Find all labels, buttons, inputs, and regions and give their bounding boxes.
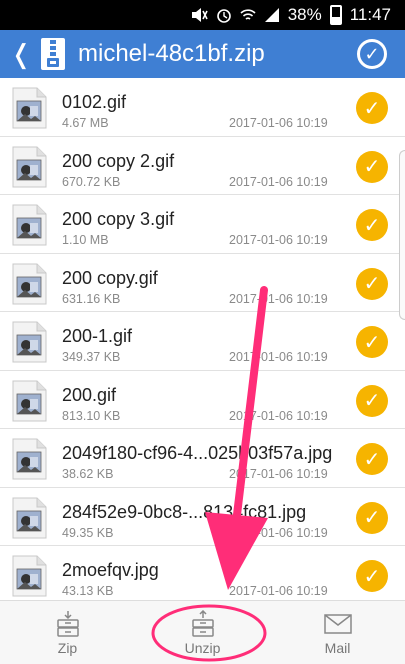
file-size: 43.13 KB [62,584,114,598]
file-date: 2017-01-06 10:19 [229,174,328,189]
alarm-icon [216,7,232,23]
mail-label: Mail [324,639,351,656]
file-size: 4.67 MB [62,116,109,130]
file-date: 2017-01-06 10:19 [229,408,328,423]
file-name: 200.gif [62,384,117,405]
selected-check-icon[interactable]: ✓ [356,92,388,124]
file-date: 2017-01-06 10:19 [229,350,328,364]
file-date: 2017-01-06 10:19 [229,467,328,481]
back-chevron-icon[interactable]: ❬ [8,39,34,70]
image-file-icon [12,87,47,129]
image-file-icon [12,204,47,246]
file-name: 2049f180-cf96-4...025b03f57a.jpg [62,443,333,463]
archive-box-icon [56,610,79,637]
file-row[interactable]: 200-1.gif 349.37 KB 2017-01-06 10:19 ✓ [0,312,405,371]
selected-check-icon[interactable]: ✓ [356,267,388,300]
extract-box-icon [191,609,214,637]
file-date: 2017-01-06 10:19 [229,584,328,598]
wifi-icon [240,8,256,22]
file-date: 2017-01-06 10:19 [229,116,328,130]
file-name: 200 copy.gif [62,267,158,288]
selected-check-icon[interactable]: ✓ [356,501,388,534]
image-file-icon [12,321,47,363]
file-row[interactable]: 284f52e9-0bc8-...8134fc81.jpg 49.35 KB 2… [0,487,405,546]
image-file-icon [12,497,47,538]
selected-check-icon[interactable]: ✓ [356,326,388,358]
file-name: 200 copy 2.gif [62,150,175,171]
mail-envelope-icon [323,613,352,634]
selected-check-icon[interactable]: ✓ [356,150,388,183]
file-name: 200 copy 3.gif [62,209,175,229]
zip-button[interactable]: Zip [0,601,135,664]
signal-icon [264,7,280,23]
image-file-icon [12,555,47,597]
zip-archive-icon [41,38,65,70]
file-row[interactable]: 2moefqv.jpg 43.13 KB 2017-01-06 10:19 ✓ [0,546,405,600]
selected-check-icon[interactable]: ✓ [356,209,388,241]
file-date: 2017-01-06 10:19 [229,233,328,247]
zip-label: Zip [57,639,78,656]
file-row[interactable]: 200 copy.gif 631.16 KB 2017-01-06 10:19 … [0,253,405,312]
file-list: 0102.gif 4.67 MB 2017-01-06 10:19 ✓ 200 … [0,78,405,600]
file-name: 200-1.gif [62,326,133,346]
file-size: 813.10 KB [62,408,121,423]
status-bar: 38% 11:47 [0,0,405,30]
scroll-indicator[interactable] [399,150,405,320]
file-row[interactable]: 200.gif 813.10 KB 2017-01-06 10:19 ✓ [0,370,405,429]
selected-check-icon[interactable]: ✓ [356,384,388,417]
selected-check-icon[interactable]: ✓ [356,560,388,592]
battery-percent: 38% [287,5,322,24]
unzip-label: Unzip [184,639,221,656]
selected-check-icon[interactable]: ✓ [356,443,388,475]
file-date: 2017-01-06 10:19 [229,291,328,306]
file-size: 349.37 KB [62,350,121,364]
file-size: 631.16 KB [62,291,121,306]
page-title: michel-48c1bf.zip [78,40,265,67]
clock: 11:47 [349,5,391,24]
file-name: 0102.gif [62,92,127,112]
image-file-icon [12,146,47,187]
file-size: 1.10 MB [62,233,109,247]
app-bar: ❬ michel-48c1bf.zip ✓ [0,30,405,78]
image-file-icon [12,438,47,480]
unzip-button[interactable]: Unzip [135,601,270,664]
image-file-icon [12,263,47,304]
image-file-icon [12,380,47,421]
select-all-check-icon[interactable]: ✓ [357,39,387,69]
file-row[interactable]: 0102.gif 4.67 MB 2017-01-06 10:19 ✓ [0,78,405,137]
file-row[interactable]: 2049f180-cf96-4...025b03f57a.jpg 38.62 K… [0,429,405,488]
mute-icon [190,7,208,23]
file-size: 670.72 KB [62,174,121,189]
file-date: 2017-01-06 10:19 [229,525,328,540]
file-name: 284f52e9-0bc8-...8134fc81.jpg [62,501,307,522]
file-size: 49.35 KB [62,525,114,540]
file-row[interactable]: 200 copy 2.gif 670.72 KB 2017-01-06 10:1… [0,136,405,195]
file-size: 38.62 KB [62,467,114,481]
file-name: 2moefqv.jpg [62,560,159,580]
bottom-action-bar: Zip Unzip Mail [0,600,405,664]
battery-icon [329,5,342,25]
file-row[interactable]: 200 copy 3.gif 1.10 MB 2017-01-06 10:19 … [0,195,405,254]
mail-button[interactable]: Mail [270,601,405,664]
